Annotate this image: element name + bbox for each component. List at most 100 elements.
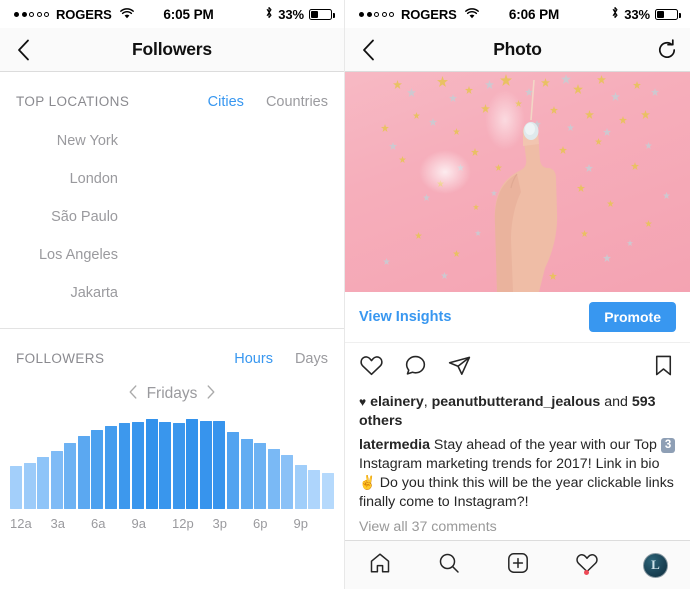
- hour-bar: [281, 455, 294, 509]
- wifi-icon: [464, 7, 479, 21]
- hour-bar: [64, 443, 77, 509]
- add-post-icon: [506, 551, 530, 580]
- caption-part-1: Stay ahead of the year with our Top: [429, 437, 661, 454]
- photo-confetti: [381, 74, 670, 292]
- hours-bars: [10, 415, 334, 509]
- back-button-right[interactable]: [345, 39, 391, 61]
- hour-tick-label: 12p: [172, 516, 194, 531]
- promote-button[interactable]: Promote: [589, 302, 676, 332]
- tab-add-post[interactable]: [483, 551, 552, 580]
- status-bar-left: ROGERS 6:05 PM 33%: [0, 0, 344, 28]
- likes-separator: ,: [423, 394, 432, 410]
- location-row: São Paulo: [0, 198, 330, 236]
- view-comments-link[interactable]: View all 37 comments: [359, 518, 676, 537]
- locations-segmented-control: Cities Countries: [208, 94, 328, 110]
- page-title-right: Photo: [493, 39, 542, 59]
- hour-bar: [240, 438, 253, 509]
- hour-bar: [23, 462, 36, 509]
- hour-bar: [172, 422, 185, 509]
- tab-search[interactable]: [414, 551, 483, 580]
- hour-tick-label: 3p: [212, 516, 227, 531]
- comment-icon[interactable]: [403, 353, 428, 383]
- hour-bar: [50, 450, 63, 509]
- activity-notification-dot: [584, 569, 589, 575]
- refresh-button[interactable]: [656, 38, 678, 61]
- battery-percent-left: 33%: [278, 6, 304, 22]
- top-locations-title: TOP LOCATIONS: [16, 94, 130, 109]
- share-icon[interactable]: [447, 353, 472, 383]
- caption-author[interactable]: latermedia: [359, 437, 430, 453]
- day-navigator: Fridays: [0, 367, 344, 409]
- likes-and: and: [600, 394, 632, 410]
- next-day-icon[interactable]: [207, 385, 215, 403]
- like-icon[interactable]: [359, 353, 384, 383]
- hour-bar: [91, 430, 104, 509]
- liker-username-2[interactable]: peanutbutterand_jealous: [432, 394, 601, 410]
- clock-left: 6:05 PM: [163, 6, 214, 22]
- top-locations-chart: New York London São Paulo Los Angeles Ja…: [0, 110, 344, 312]
- carrier-label: ROGERS: [401, 6, 457, 22]
- hour-bar: [267, 448, 280, 509]
- hour-bar: [213, 420, 226, 509]
- hour-bar: [132, 421, 145, 509]
- location-row: Jakarta: [0, 274, 330, 312]
- hour-bar: [294, 464, 307, 509]
- followers-hours-chart: 12a 3a 6a 9a 12p 3p 6p 9p: [0, 409, 344, 531]
- likes-line: ♥ elainery, peanutbutterand_jealous and …: [359, 393, 676, 431]
- caption-text: latermedia Stay ahead of the year with o…: [359, 436, 676, 512]
- hour-tick-label: 3a: [50, 516, 65, 531]
- caption-part-3: Do you think this will be the year click…: [359, 475, 674, 511]
- hour-bar: [227, 431, 239, 509]
- insights-promote-row: View Insights Promote: [345, 292, 690, 343]
- tab-home[interactable]: [345, 551, 414, 580]
- battery-icon: [309, 8, 335, 20]
- tab-activity[interactable]: [552, 551, 621, 580]
- tab-hours[interactable]: Hours: [234, 351, 273, 367]
- status-right-group: 33%: [611, 6, 681, 22]
- status-right-group: 33%: [265, 6, 335, 22]
- status-bar-right: ROGERS 6:06 PM 33%: [345, 0, 690, 28]
- hour-bar: [10, 465, 22, 509]
- carrier-label: ROGERS: [56, 6, 112, 22]
- location-row: London: [0, 160, 330, 198]
- hour-bar: [37, 457, 50, 509]
- nav-bar-left: Followers: [0, 28, 344, 72]
- search-icon: [437, 551, 461, 580]
- location-row: Los Angeles: [0, 236, 330, 274]
- nav-bar-right: Photo: [345, 28, 690, 72]
- hour-bar: [308, 470, 321, 509]
- tab-profile[interactable]: L: [621, 552, 690, 578]
- hour-bar: [104, 426, 117, 509]
- hour-tick-label: 12a: [10, 516, 32, 531]
- tab-countries[interactable]: Countries: [266, 94, 328, 110]
- followers-segmented-control: Hours Days: [234, 351, 328, 367]
- bookmark-icon[interactable]: [651, 353, 676, 383]
- hour-tick-label: 9p: [293, 516, 308, 531]
- location-bar-track: [130, 198, 330, 236]
- wifi-icon: [119, 7, 134, 21]
- liked-heart-icon: ♥: [359, 395, 367, 409]
- location-label: São Paulo: [51, 209, 118, 225]
- page-title-left: Followers: [132, 39, 212, 59]
- location-bar-track: [130, 122, 330, 160]
- hour-bar: [186, 418, 199, 509]
- location-label: London: [69, 171, 118, 187]
- prev-day-icon[interactable]: [129, 385, 137, 403]
- number-three-emoji: 3: [660, 438, 676, 454]
- back-button-left[interactable]: [0, 39, 46, 61]
- profile-avatar: L: [643, 552, 668, 578]
- post-photo[interactable]: [345, 72, 690, 292]
- tab-days[interactable]: Days: [295, 351, 328, 367]
- signal-strength-icon: [14, 11, 49, 17]
- post-actions-row: [345, 343, 690, 391]
- tab-cities[interactable]: Cities: [208, 94, 244, 110]
- liker-username-1[interactable]: elainery: [370, 394, 424, 410]
- clock-right: 6:06 PM: [508, 6, 560, 22]
- view-insights-link[interactable]: View Insights: [359, 309, 451, 325]
- hour-bar: [199, 420, 212, 509]
- status-left-group: ROGERS: [14, 7, 134, 22]
- location-label: Los Angeles: [38, 247, 118, 263]
- location-bar-track: [130, 160, 330, 198]
- bottom-tab-bar: L: [345, 540, 690, 589]
- location-label: New York: [56, 133, 118, 149]
